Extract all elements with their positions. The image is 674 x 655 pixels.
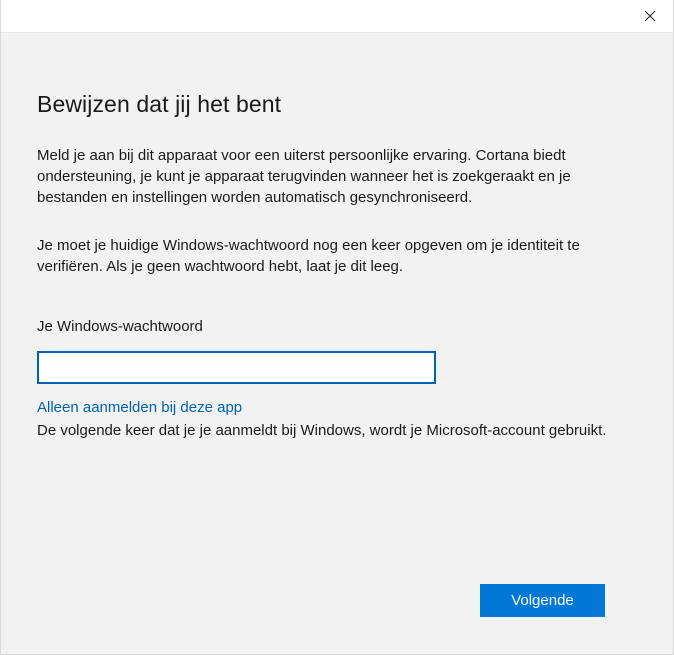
password-input[interactable] (37, 351, 436, 384)
next-button[interactable]: Volgende (480, 584, 605, 617)
app-only-signin-link[interactable]: Alleen aanmelden bij deze app (37, 399, 242, 416)
microsoft-account-note: De volgende keer dat je je aanmeldt bij … (37, 422, 607, 439)
title-bar (1, 0, 673, 33)
dialog-content: Bewijzen dat jij het bent Meld je aan bi… (1, 33, 673, 654)
password-label: Je Windows-wachtwoord (37, 318, 203, 335)
dialog-window: Bewijzen dat jij het bent Meld je aan bi… (0, 0, 674, 655)
verify-instructions: Je moet je huidige Windows-wachtwoord no… (37, 237, 580, 275)
close-button[interactable] (627, 0, 673, 32)
page-title: Bewijzen dat jij het bent (37, 91, 282, 117)
close-icon (644, 10, 656, 22)
intro-text: Meld je aan bij dit apparaat voor een ui… (37, 147, 571, 206)
